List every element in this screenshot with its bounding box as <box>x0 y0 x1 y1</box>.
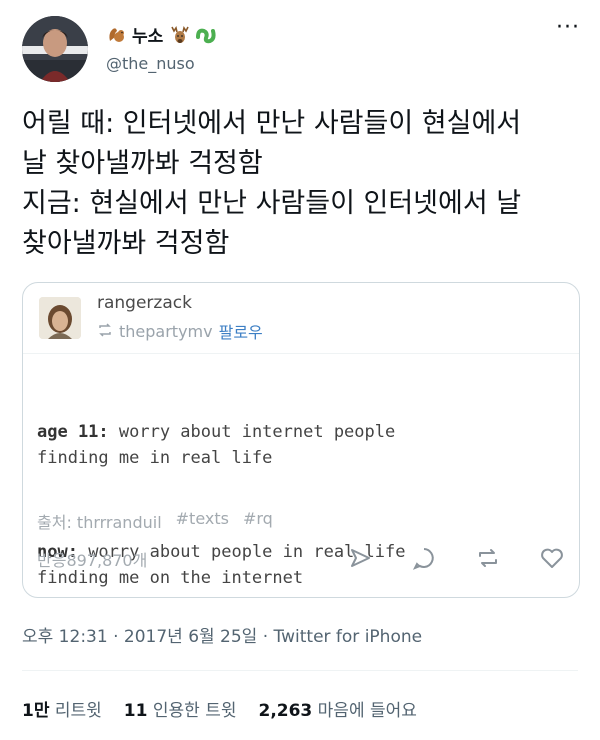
tweet-text-line: 지금: 현실에서 만난 사람들이 인터넷에서 날 <box>22 188 522 219</box>
quote-stat[interactable]: 11 인용한 트윗 <box>124 696 237 721</box>
post-text: worry about internet people <box>108 422 396 442</box>
card-header: rangerzack thepartymv 팔로우 <box>23 283 579 354</box>
divider <box>22 670 578 671</box>
like-stat[interactable]: 2,263 마음에 들어요 <box>258 696 416 721</box>
author-name-row[interactable]: 누소 <box>106 22 216 47</box>
card-reblog-source[interactable]: thepartymv <box>119 322 213 341</box>
post-bold-label: age 11: <box>37 422 109 442</box>
retweet-stat[interactable]: 1만 리트윗 <box>22 696 102 721</box>
post-text-line2: finding me on the internet <box>37 568 304 588</box>
quote-label: 인용한 트윗 <box>152 701 237 721</box>
post-paragraph: age 11: worry about internet people find… <box>37 419 567 471</box>
card-user-avatar[interactable] <box>39 297 81 339</box>
tweet-stats: 1만 리트윗 11 인용한 트윗 2,263 마음에 들어요 <box>22 696 417 721</box>
tweet-text-line: 어릴 때: 인터넷에서 만난 사람들이 현실에서 <box>22 108 522 139</box>
tweet-text-line: 날 찾아낼까봐 걱정함 <box>22 148 263 179</box>
post-text-line2: finding me in real life <box>37 448 273 468</box>
tweet: 누소 @the_nuso ··· 어릴 때: 인터넷에서 만난 사람들이 현실에… <box>0 0 600 740</box>
squirrel-emoji-icon <box>106 25 126 45</box>
follow-link[interactable]: 팔로우 <box>219 319 263 343</box>
card-reblog-row: thepartymv 팔로우 <box>97 319 263 343</box>
reblog-action-icon[interactable] <box>475 545 501 571</box>
retweet-label: 리트윗 <box>54 701 102 721</box>
embedded-tumblr-card[interactable]: rangerzack thepartymv 팔로우 age 11: worry … <box>22 282 580 598</box>
reblog-icon <box>97 322 113 341</box>
tag-link[interactable]: #rq <box>243 509 273 533</box>
more-options-icon[interactable]: ··· <box>556 17 580 39</box>
card-actions <box>347 545 565 571</box>
author-handle[interactable]: @the_nuso <box>106 54 195 73</box>
like-count: 2,263 <box>258 701 313 721</box>
source-row: 출처: thrrranduil #texts #rq <box>37 509 273 533</box>
deer-emoji-icon <box>169 25 189 45</box>
quote-count: 11 <box>123 701 148 721</box>
tweet-text-line: 찾아낼까봐 걱정함 <box>22 228 230 259</box>
author-display-name: 누소 <box>132 27 164 47</box>
notes-count[interactable]: 반응897,870개 <box>37 547 147 571</box>
share-icon[interactable] <box>347 545 373 571</box>
retweet-count: 1만 <box>22 701 50 721</box>
tweet-text: 어릴 때: 인터넷에서 만난 사람들이 현실에서 날 찾아낼까봐 걱정함 지금:… <box>22 104 582 264</box>
like-label: 마음에 들어요 <box>317 701 417 721</box>
card-username[interactable]: rangerzack <box>97 293 192 313</box>
heart-icon[interactable] <box>539 545 565 571</box>
tag-link[interactable]: #texts <box>176 509 229 533</box>
tweet-timestamp[interactable]: 오후 12:31 · 2017년 6월 25일 · Twitter for iP… <box>22 622 422 647</box>
worm-emoji-icon <box>195 25 216 45</box>
reply-icon[interactable] <box>411 545 437 571</box>
source-link[interactable]: 출처: thrrranduil <box>37 509 162 533</box>
author-avatar[interactable] <box>22 16 88 82</box>
